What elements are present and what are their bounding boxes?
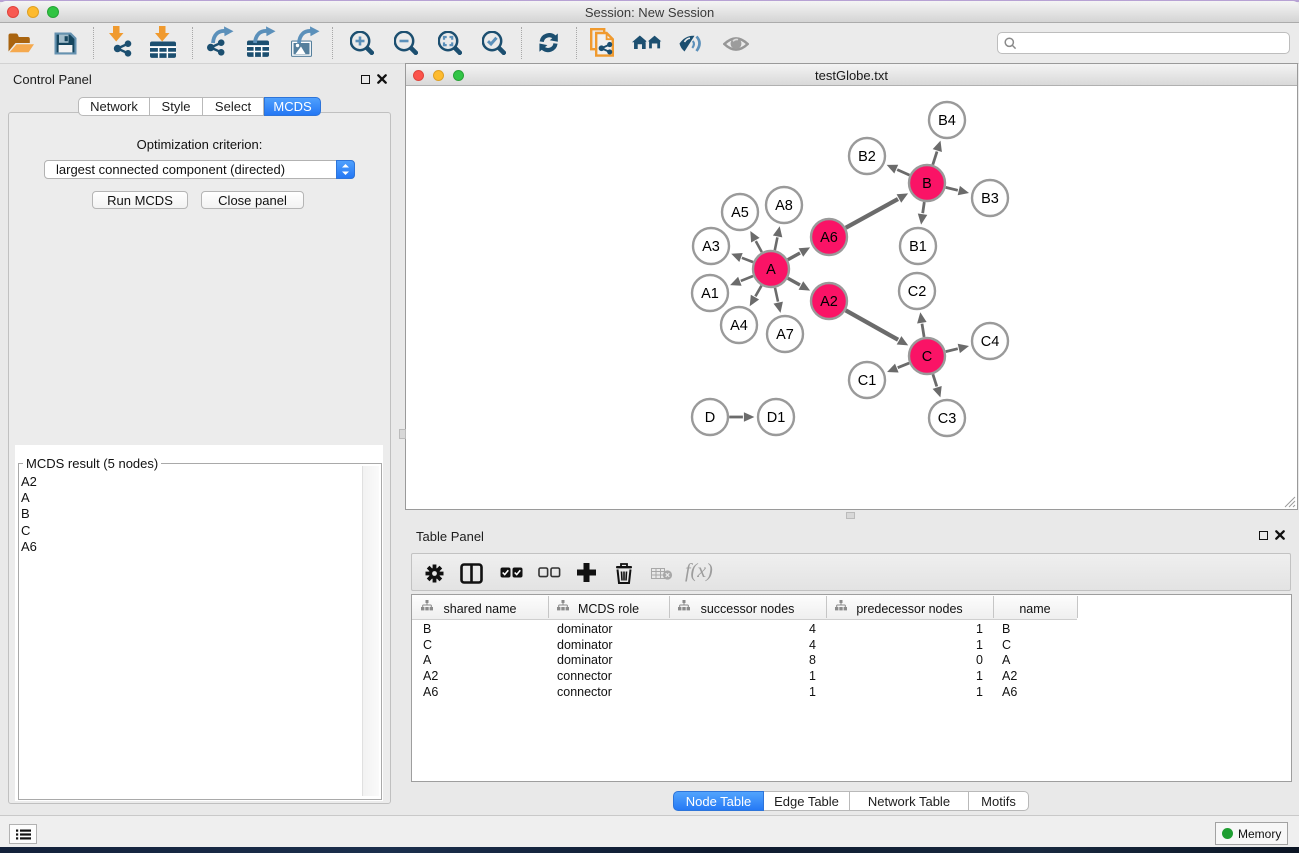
- svg-text:A: A: [766, 262, 776, 278]
- svg-text:A1: A1: [701, 286, 719, 302]
- svg-text:C1: C1: [858, 373, 877, 389]
- svg-text:D1: D1: [767, 410, 786, 426]
- svg-text:C2: C2: [908, 284, 927, 300]
- svg-text:B3: B3: [981, 191, 999, 207]
- svg-text:D: D: [705, 410, 715, 426]
- svg-text:A8: A8: [775, 198, 793, 214]
- svg-text:B: B: [922, 176, 932, 192]
- svg-text:B1: B1: [909, 239, 927, 255]
- svg-text:B2: B2: [858, 149, 876, 165]
- svg-text:A3: A3: [702, 239, 720, 255]
- svg-text:A4: A4: [730, 318, 748, 334]
- svg-text:B4: B4: [938, 113, 956, 129]
- svg-text:A7: A7: [776, 327, 794, 343]
- svg-text:C3: C3: [938, 411, 957, 427]
- svg-text:A6: A6: [820, 230, 838, 246]
- svg-text:C4: C4: [981, 334, 1000, 350]
- svg-text:A5: A5: [731, 205, 749, 221]
- svg-text:C: C: [922, 349, 932, 365]
- svg-text:A2: A2: [820, 294, 838, 310]
